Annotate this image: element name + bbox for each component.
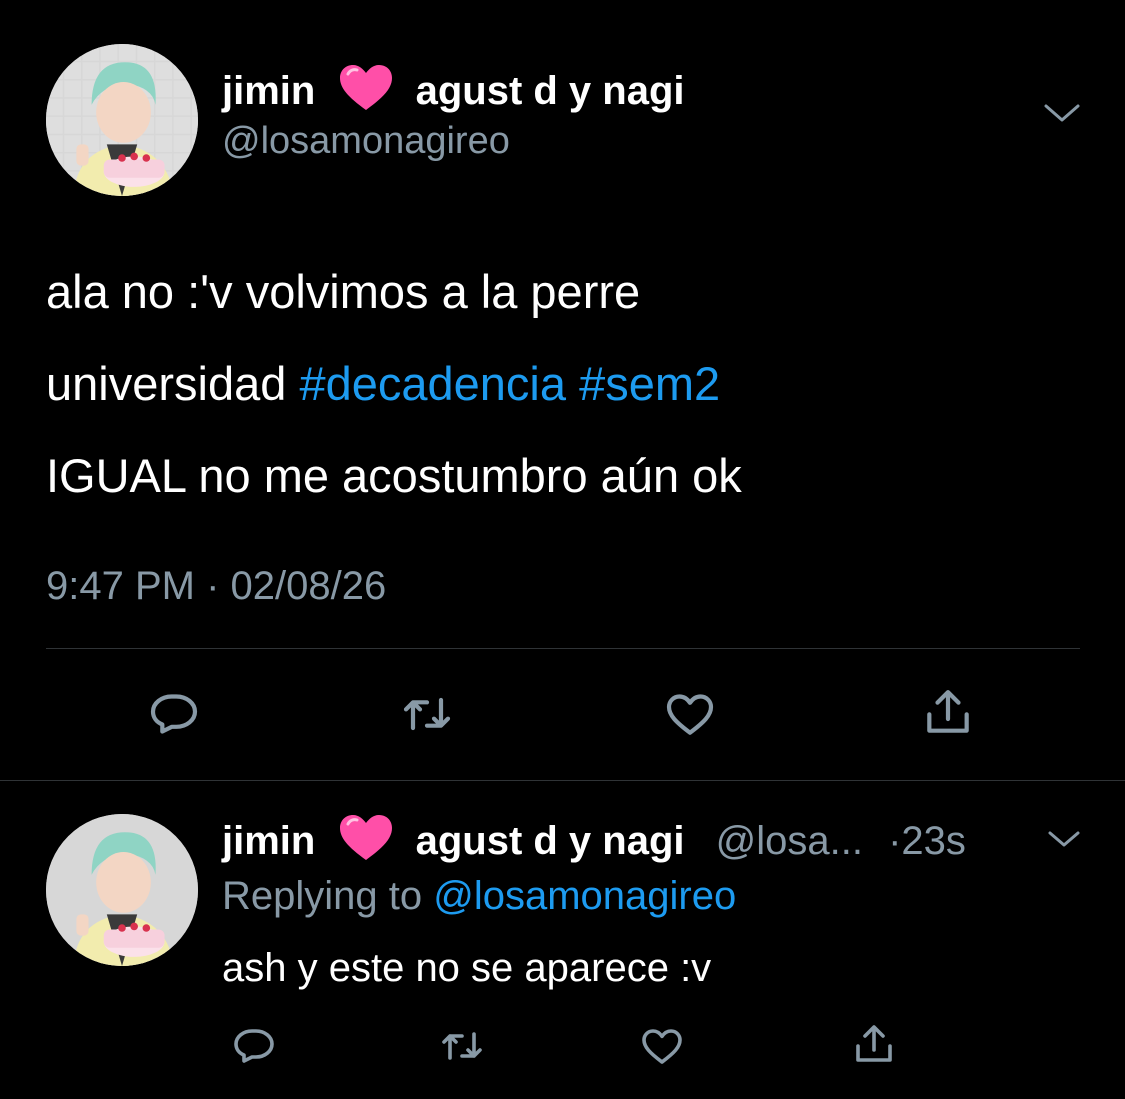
reply-time-ago[interactable]: ·23s <box>888 819 966 863</box>
replying-to: Replying to @losamonagireo <box>222 872 736 920</box>
tweet-body-line2: universidad #decadencia #sem2 <box>46 338 1096 430</box>
retweet-button[interactable] <box>397 684 457 744</box>
tweet-date: 02/08/26 <box>230 564 387 608</box>
chevron-down-icon[interactable] <box>1044 826 1084 852</box>
tweet-body-line3: IGUAL no me acostumbro aún ok <box>46 449 742 502</box>
heart-outline-icon <box>666 694 714 735</box>
heart-icon <box>338 814 394 873</box>
chevron-down-icon[interactable] <box>1040 98 1084 128</box>
hashtag-link[interactable]: #decadencia <box>299 357 566 410</box>
heart-icon <box>338 64 394 123</box>
retweet-icon <box>442 1032 482 1060</box>
reply-button[interactable] <box>228 1020 280 1072</box>
like-button[interactable] <box>636 1020 688 1072</box>
share-button[interactable] <box>848 1018 900 1070</box>
hashtag-link[interactable]: #sem2 <box>579 357 720 410</box>
tweet-time: 9:47 PM <box>46 564 195 608</box>
timestamp-separator: · <box>206 564 220 608</box>
retweet-button[interactable] <box>436 1020 488 1072</box>
reply-icon <box>234 1029 274 1063</box>
avatar-image <box>46 44 198 196</box>
tweet-body-line2-text: universidad <box>46 357 300 410</box>
divider <box>0 780 1125 781</box>
replying-handle-link[interactable]: @losamonagireo <box>433 874 736 918</box>
reply-button[interactable] <box>144 684 204 744</box>
reply-author-name-first[interactable]: jimin <box>222 819 315 863</box>
replying-prefix: Replying to <box>222 874 434 918</box>
author-name[interactable]: jimin agust d y nagi <box>222 64 685 123</box>
reply-icon <box>150 694 198 734</box>
heart-outline-icon <box>642 1029 682 1064</box>
share-icon <box>856 1025 892 1062</box>
share-button[interactable] <box>918 682 978 742</box>
tweet-body-line1: ala no :'v volvimos a la perre <box>46 265 641 318</box>
reply-author-handle[interactable]: @losa... <box>716 819 863 863</box>
divider <box>46 648 1080 649</box>
author-name-rest: agust d y nagi <box>415 69 685 114</box>
author-handle[interactable]: @losamonagireo <box>222 118 510 164</box>
avatar[interactable] <box>46 814 198 966</box>
share-icon <box>927 690 969 733</box>
avatar-image <box>46 814 198 966</box>
avatar[interactable] <box>46 44 198 196</box>
retweet-icon <box>403 697 451 731</box>
reply-header: jimin agust d y nagi @losa... ·23s <box>222 814 966 873</box>
reply-body: ash y este no se aparece :v <box>222 946 712 990</box>
tweet-timestamp[interactable]: 9:47 PM · 02/08/26 <box>46 562 386 610</box>
tweet-body: ala no :'v volvimos a la perre universid… <box>46 246 1096 522</box>
reply-author-name-rest[interactable]: agust d y nagi <box>416 819 685 863</box>
author-name-first: jimin <box>222 69 316 114</box>
like-button[interactable] <box>660 684 720 744</box>
